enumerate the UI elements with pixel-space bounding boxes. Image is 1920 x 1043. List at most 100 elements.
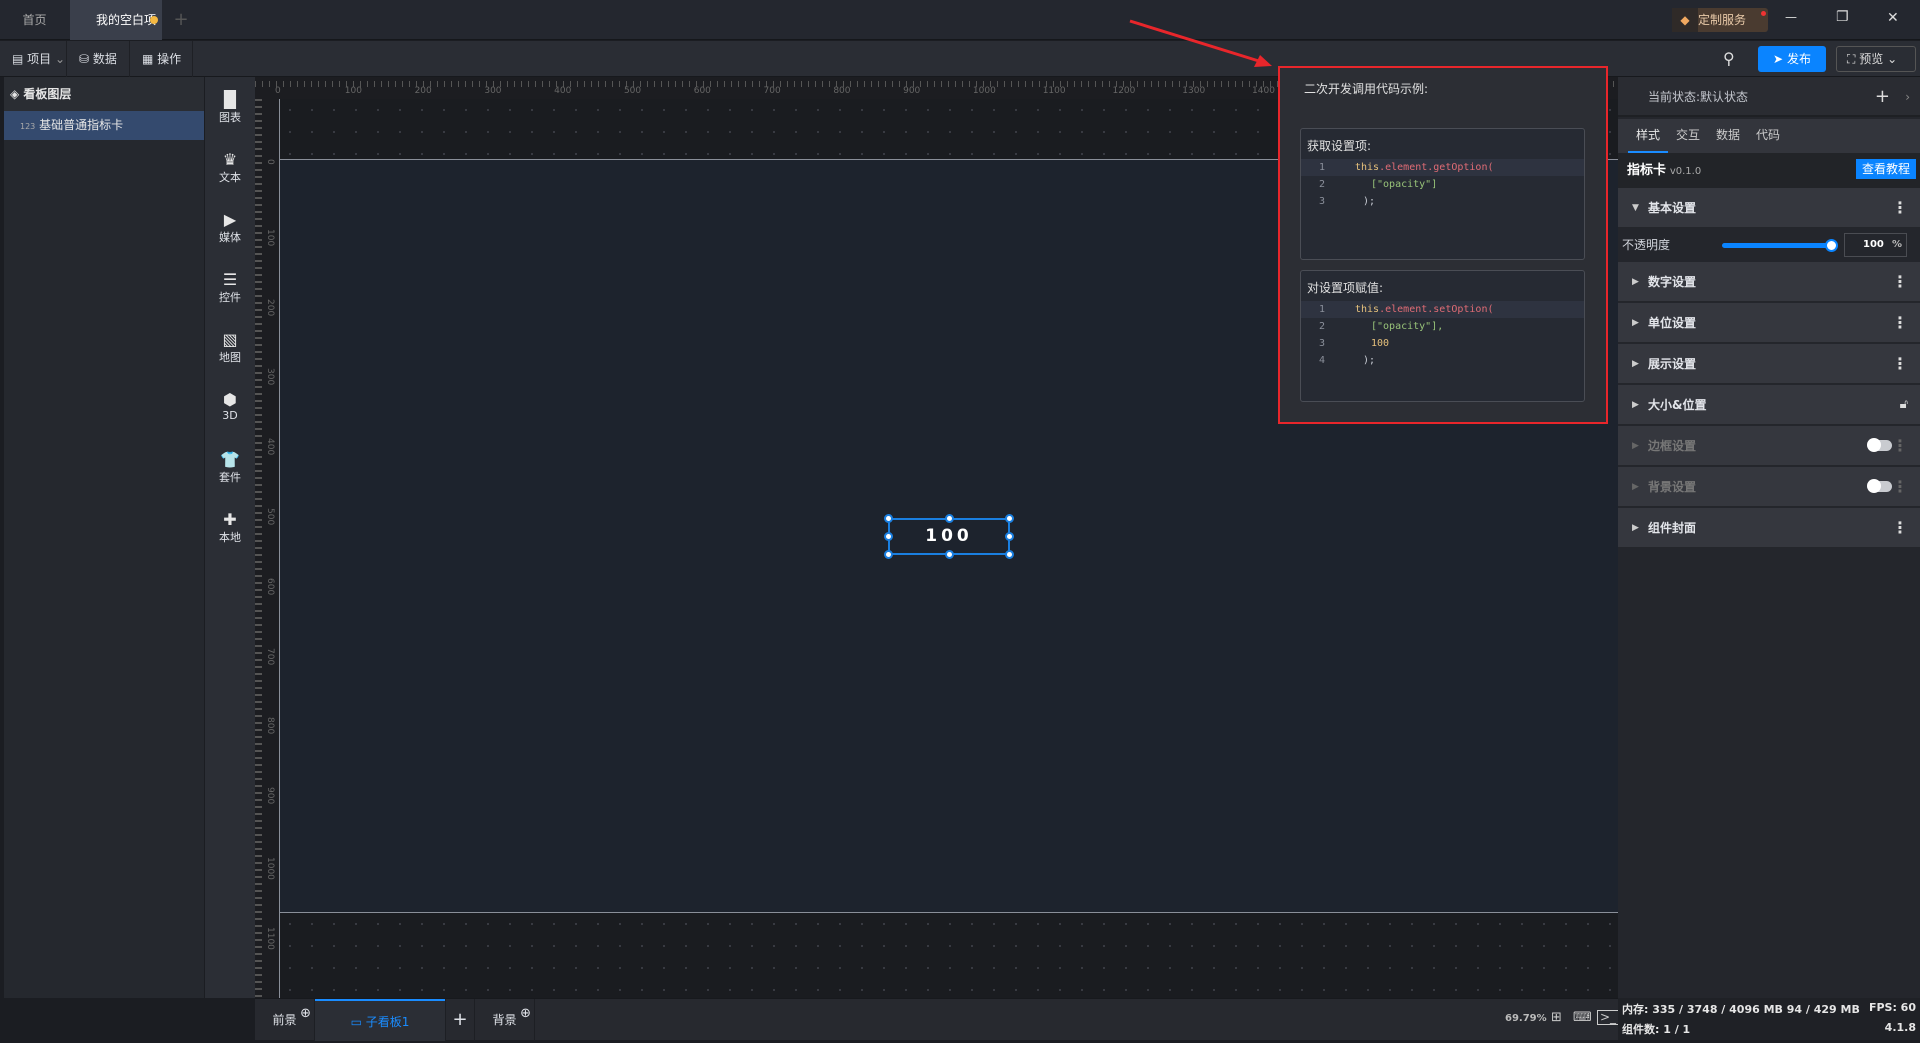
caret-right-icon: ▶ <box>1632 359 1639 369</box>
opacity-input[interactable]: 100% <box>1844 233 1907 257</box>
badge-dot <box>1761 11 1766 16</box>
component-bar: ▐▌ 图表 ♛ 文本 ▶ 媒体 ☰ 控件 ▧ 地图 ⬢ 3D 👕 套件 ✚ 本地 <box>205 77 255 998</box>
resize-handle[interactable] <box>884 550 893 559</box>
indicator-card-component[interactable]: 100 <box>884 514 1014 559</box>
section-cover[interactable]: ▶ 组件封面 ⋮ <box>1618 508 1920 548</box>
fit-screen-icon[interactable]: ⊞ <box>1551 1010 1562 1025</box>
code-editor[interactable]: 1 this.element.getOption(2 ["opacity"] 3); <box>1301 159 1584 210</box>
minimize-button[interactable]: — <box>1785 10 1797 24</box>
custom-service-button[interactable]: ◆ 定制服务 <box>1672 8 1768 32</box>
more-icon[interactable]: ⋮ <box>1892 303 1908 343</box>
tab-code[interactable]: 代码 <box>1748 119 1788 153</box>
list-icon: ☰ <box>222 270 238 289</box>
tab-project[interactable]: 我的空白项目 <box>70 0 162 67</box>
preview-label: 预览 <box>1859 52 1884 66</box>
section-size-position[interactable]: ▶ 大小&位置 🔓︎ <box>1618 385 1920 425</box>
line-number: 1 <box>1319 162 1326 173</box>
resize-handle[interactable] <box>1005 550 1014 559</box>
code-line: 2 ["opacity"], <box>1301 318 1584 335</box>
tab-home[interactable]: 首页 <box>0 0 69 40</box>
zoom-level[interactable]: 69.79% <box>1505 1013 1547 1024</box>
add-tab-button[interactable]: + <box>166 0 196 40</box>
lock-icon[interactable]: 🔓︎ <box>1900 385 1908 425</box>
tab-interaction[interactable]: 交互 <box>1668 119 1708 153</box>
menu-operation[interactable]: ▦ 操作 ⌄ <box>130 41 193 102</box>
close-button[interactable]: ✕ <box>1887 10 1899 26</box>
more-icon[interactable]: ⋮ <box>1892 188 1908 228</box>
ruler-tick-label: 1100 <box>1042 86 1066 96</box>
tab-data[interactable]: 数据 <box>1708 119 1748 153</box>
layer-item[interactable]: 123 基础普通指标卡 <box>4 111 204 140</box>
opacity-slider[interactable] <box>1722 239 1838 252</box>
code-editor[interactable]: 1 this.element.setOption(2 ["opacity"], 3 10… <box>1301 301 1584 369</box>
ruler-tick-label: 1000 <box>972 86 996 96</box>
add-state-icon[interactable]: + <box>1875 77 1890 117</box>
tab-style[interactable]: 样式 <box>1628 119 1668 153</box>
add-circle-icon[interactable]: ⊕ <box>300 993 311 1035</box>
code-text: this.element.setOption( <box>1355 301 1493 318</box>
resize-handle[interactable] <box>945 514 954 523</box>
code-token: ["opacity"] <box>1371 179 1438 190</box>
menu-project[interactable]: ▤ 项目 ⌄ <box>0 41 67 77</box>
section-label: 组件封面 <box>1648 521 1697 535</box>
search-icon[interactable]: ⚲ <box>1723 49 1735 68</box>
category-media[interactable]: ▶ 媒体 <box>205 211 255 245</box>
section-number[interactable]: ▶ 数字设置 ⋮ <box>1618 262 1920 302</box>
maximize-button[interactable]: ❐ <box>1836 9 1849 25</box>
more-icon[interactable]: ⋮ <box>1892 262 1908 302</box>
add-board-button[interactable]: + <box>445 999 475 1041</box>
ruler-tick-label: 0 <box>275 86 281 96</box>
more-icon[interactable]: ⋮ <box>1892 426 1908 466</box>
state-value[interactable]: 默认状态 <box>1700 90 1748 104</box>
border-toggle[interactable] <box>1867 438 1892 452</box>
app-version: 4.1.8 <box>1884 1021 1916 1034</box>
category-map[interactable]: ▧ 地图 <box>205 331 255 365</box>
resize-handle[interactable] <box>884 532 893 541</box>
chevron-right-icon[interactable]: › <box>1905 77 1910 117</box>
category-3d[interactable]: ⬢ 3D <box>205 391 255 423</box>
slider-thumb[interactable] <box>1825 239 1838 252</box>
tutorial-button[interactable]: 查看教程 <box>1855 159 1916 179</box>
publish-label: 发布 <box>1786 52 1811 66</box>
more-icon[interactable]: ⋮ <box>1892 508 1908 548</box>
category-local[interactable]: ✚ 本地 <box>205 511 255 545</box>
background-toggle[interactable] <box>1867 479 1892 493</box>
section-background[interactable]: ▶ 背景设置 ⋮ <box>1618 467 1920 507</box>
resize-handle[interactable] <box>945 550 954 559</box>
code-line: 2 ["opacity"] <box>1301 176 1584 193</box>
more-icon[interactable]: ⋮ <box>1892 467 1908 507</box>
code-token: 100 <box>1371 338 1390 349</box>
category-control[interactable]: ☰ 控件 <box>205 271 255 305</box>
category-label: 图表 <box>219 111 241 124</box>
ruler-tick-label: 200 <box>414 86 432 96</box>
keyboard-icon[interactable]: ⌨ <box>1573 1010 1592 1025</box>
preview-button[interactable]: ⛶ 预览 ⌄ <box>1836 46 1916 72</box>
board-label: 子看板1 <box>365 1015 410 1029</box>
code-text: ["opacity"] <box>1355 176 1437 193</box>
background-tab[interactable]: 背景 ⊕ <box>475 999 535 1041</box>
foreground-tab[interactable]: 前景 ⊕ <box>255 999 315 1041</box>
resize-handle[interactable] <box>884 514 893 523</box>
resize-handle[interactable] <box>1005 514 1014 523</box>
section-border[interactable]: ▶ 边框设置 ⋮ <box>1618 426 1920 466</box>
section-label: 单位设置 <box>1648 316 1697 330</box>
code-text: ); <box>1355 193 1375 210</box>
bar-chart-icon: ▐▌ <box>217 90 243 109</box>
more-icon[interactable]: ⋮ <box>1892 344 1908 384</box>
caret-right-icon: ▶ <box>1632 318 1639 328</box>
layers-header: ◈ 看板图层 <box>4 77 204 111</box>
category-kit[interactable]: 👕 套件 <box>205 451 255 485</box>
section-unit[interactable]: ▶ 单位设置 ⋮ <box>1618 303 1920 343</box>
category-chart[interactable]: ▐▌ 图表 <box>205 91 255 125</box>
category-text[interactable]: ♛ 文本 <box>205 151 255 185</box>
section-basic[interactable]: ▼ 基本设置 ⋮ <box>1618 188 1920 228</box>
add-circle-icon[interactable]: ⊕ <box>520 993 531 1035</box>
terminal-icon[interactable]: >_ <box>1597 1010 1620 1025</box>
section-display[interactable]: ▶ 展示设置 ⋮ <box>1618 344 1920 384</box>
sub-board-tab[interactable]: ▭ 子看板1 <box>315 999 445 1041</box>
publish-button[interactable]: ➤ 发布 <box>1758 46 1826 72</box>
layers-panel: ◈ 看板图层 123 基础普通指标卡 <box>4 77 204 998</box>
line-number: 4 <box>1319 355 1326 366</box>
menu-data[interactable]: ⛁ 数据 ⌄ <box>67 41 130 102</box>
resize-handle[interactable] <box>1005 532 1014 541</box>
